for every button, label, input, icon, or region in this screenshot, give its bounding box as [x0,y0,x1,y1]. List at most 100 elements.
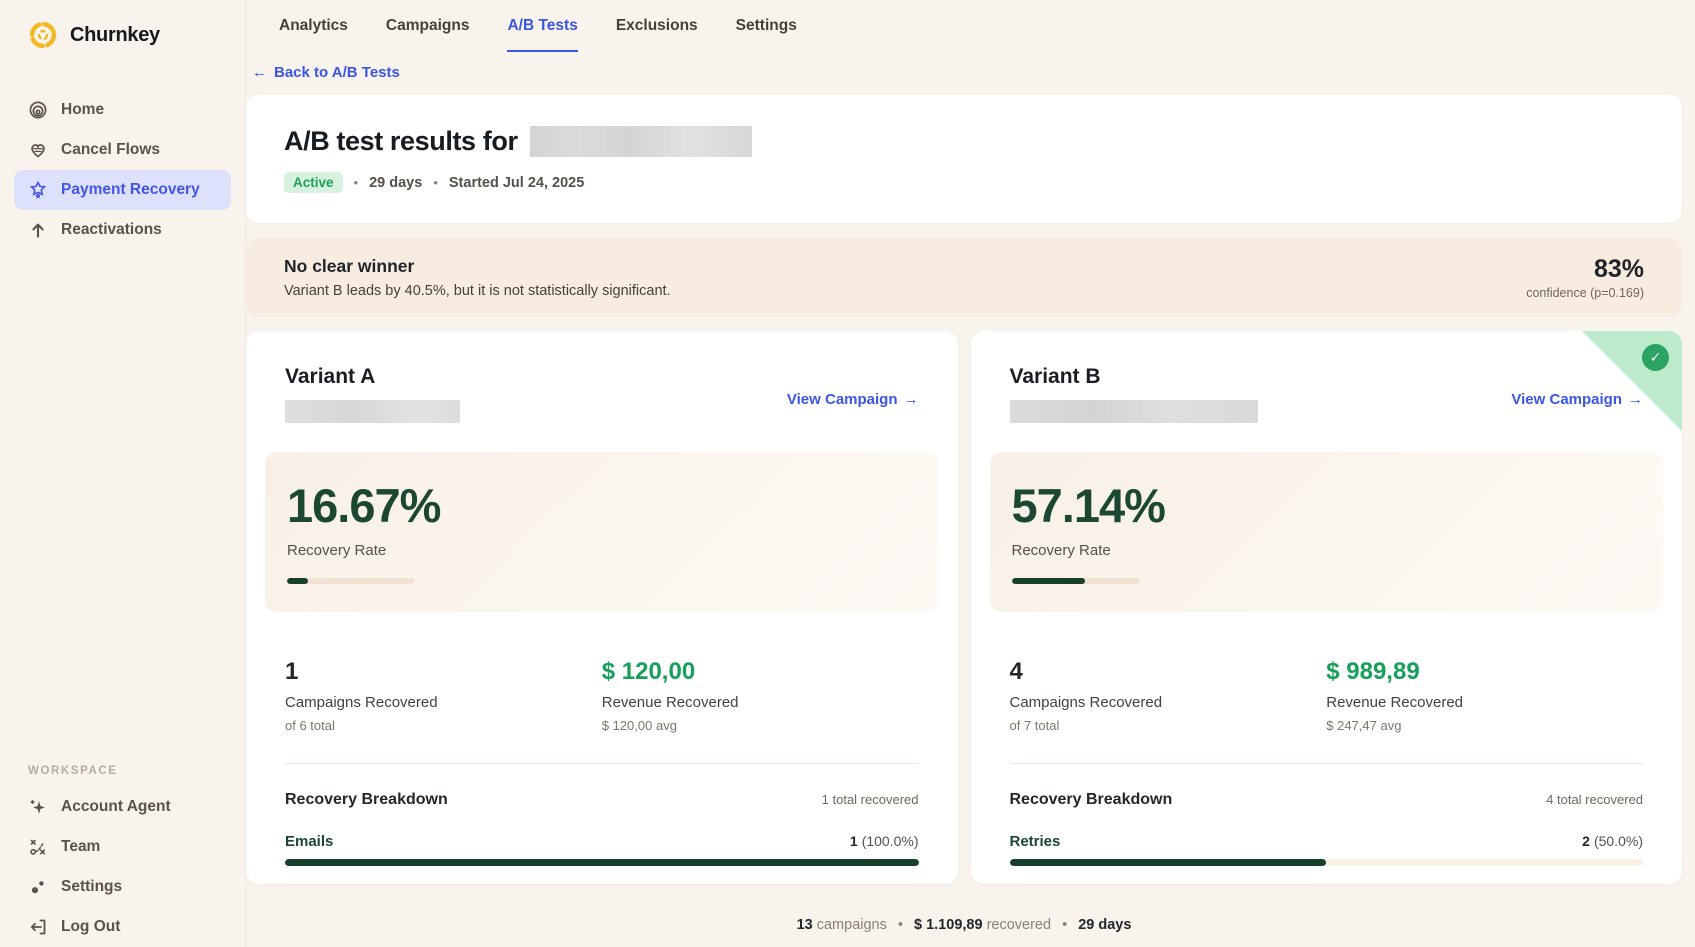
divider [1010,763,1644,764]
footer-campaign-count: 13 [797,917,813,933]
tab-exclusions[interactable]: Exclusions [616,17,698,52]
campaigns-recovered-value: 4 [1010,658,1327,686]
sidebar-item-log-out[interactable]: Log Out [14,907,231,947]
sidebar-item-reactivations[interactable]: Reactivations [14,210,231,250]
redacted-test-name [530,126,752,157]
breakdown-bar-fill [285,859,919,866]
view-campaign-link[interactable]: View Campaign → [1511,391,1643,408]
campaigns-recovered-value: 1 [285,658,602,686]
sidebar-item-account-agent[interactable]: Account Agent [14,787,231,827]
star-badge-icon [28,180,48,200]
back-to-ab-tests-link[interactable]: ← Back to A/B Tests [252,64,400,81]
recovery-rate-fill [287,578,308,584]
sidebar-item-payment-recovery[interactable]: Payment Recovery [14,170,231,210]
redacted-campaign-name [285,400,460,423]
confidence-label: confidence (p=0.169) [1526,286,1644,300]
test-header-card: A/B test results for Active • 29 days • … [246,95,1682,223]
back-arrow-icon: ← [252,64,267,81]
breakdown-title: Recovery Breakdown [1010,791,1173,809]
confidence-value: 83% [1526,255,1644,284]
tab-ab-tests[interactable]: A/B Tests [507,17,577,52]
footer-revenue-label: recovered [987,917,1051,933]
sidebar-item-cancel-flows[interactable]: Cancel Flows [14,130,231,170]
campaigns-recovered-label: Campaigns Recovered [285,694,602,711]
recovery-rate-label: Recovery Rate [1012,542,1642,559]
brand[interactable]: Churnkey [0,18,245,52]
recovery-rate-value: 57.14% [1012,478,1642,533]
sidebar-item-home[interactable]: Home [14,90,231,130]
breakdown-value: 1(100.0%) [850,833,919,849]
breakdown-row-emails: Emails 1(100.0%) [265,833,939,866]
test-duration: 29 days [369,175,422,191]
tab-settings[interactable]: Settings [736,17,797,52]
breakdown-label: Retries [1010,833,1061,850]
sidebar-item-label: Settings [61,878,122,896]
revenue-average: $ 247,47 avg [1326,718,1643,733]
breakdown-value: 2(50.0%) [1582,833,1643,849]
revenue-recovered-value: $ 989,89 [1326,658,1643,686]
sidebar-nav: Home Cancel Flows Payment Recovery [0,90,245,250]
variant-name: Variant B [1010,365,1258,389]
divider [285,763,919,764]
variant-name: Variant A [285,365,460,389]
sidebar-item-label: Team [61,838,100,856]
footer-revenue: $ 1.109,89 [914,917,983,933]
campaigns-recovered-stat: 4 Campaigns Recovered of 7 total [1010,658,1327,733]
test-start-date: Started Jul 24, 2025 [449,175,584,191]
sidebar-item-label: Log Out [61,918,120,936]
sidebar-item-label: Cancel Flows [61,141,160,159]
page-title: A/B test results for [284,126,518,157]
recovery-rate-bar [1012,578,1140,584]
breakdown-title: Recovery Breakdown [285,791,448,809]
recovery-rate-bar [287,578,415,584]
result-banner: No clear winner Variant B leads by 40.5%… [246,238,1682,317]
tab-analytics[interactable]: Analytics [279,17,348,52]
recovery-rate-panel: 57.14% Recovery Rate [990,452,1664,612]
brand-name: Churnkey [70,24,160,47]
arrow-up-icon [28,220,48,240]
meta-separator: • [354,175,359,190]
tab-campaigns[interactable]: Campaigns [386,17,470,52]
campaigns-total: of 6 total [285,718,602,733]
top-navigation: Analytics Campaigns A/B Tests Exclusions… [246,0,1682,52]
logout-icon [28,917,48,937]
campaigns-total: of 7 total [1010,718,1327,733]
revenue-recovered-value: $ 120,00 [602,658,919,686]
redacted-campaign-name [1010,400,1258,423]
sidebar-item-label: Payment Recovery [61,181,200,199]
main-content: Analytics Campaigns A/B Tests Exclusions… [246,0,1695,947]
footer-separator: • [898,917,903,933]
winner-check-icon: ✓ [1642,344,1669,371]
view-campaign-link[interactable]: View Campaign → [787,391,919,408]
back-row: ← Back to A/B Tests [252,64,1682,82]
revenue-recovered-label: Revenue Recovered [1326,694,1643,711]
breakdown-label: Emails [285,833,333,850]
footer-duration: 29 days [1078,917,1131,933]
campaigns-recovered-stat: 1 Campaigns Recovered of 6 total [285,658,602,733]
forward-arrow-icon: → [904,391,919,408]
dots-icon [28,877,48,897]
recovery-rate-value: 16.67% [287,478,917,533]
banner-subtitle: Variant B leads by 40.5%, but it is not … [284,283,671,299]
sidebar-workspace-section: WORKSPACE Account Agent Team [0,765,245,947]
breakdown-bar [1010,859,1644,866]
sparkle-icon [28,797,48,817]
variant-a-card: Variant A View Campaign → 16.67% Recover… [246,331,958,884]
revenue-average: $ 120,00 avg [602,718,919,733]
team-strategy-icon [28,837,48,857]
banner-title: No clear winner [284,256,671,277]
breakdown-bar [285,859,919,866]
workspace-label: WORKSPACE [14,765,231,777]
sidebar-item-settings[interactable]: Settings [14,867,231,907]
sidebar-item-team[interactable]: Team [14,827,231,867]
revenue-recovered-label: Revenue Recovered [602,694,919,711]
sidebar: Churnkey Home Cancel Flows [0,0,246,947]
status-badge: Active [284,172,343,193]
meta-separator: • [433,175,438,190]
variant-cards-row: Variant A View Campaign → 16.67% Recover… [246,331,1682,884]
sidebar-item-label: Home [61,101,104,119]
sidebar-item-label: Reactivations [61,221,162,239]
breakdown-row-retries: Retries 2(50.0%) [990,833,1664,866]
sidebar-item-label: Account Agent [61,798,171,816]
recovery-rate-fill [1012,578,1085,584]
